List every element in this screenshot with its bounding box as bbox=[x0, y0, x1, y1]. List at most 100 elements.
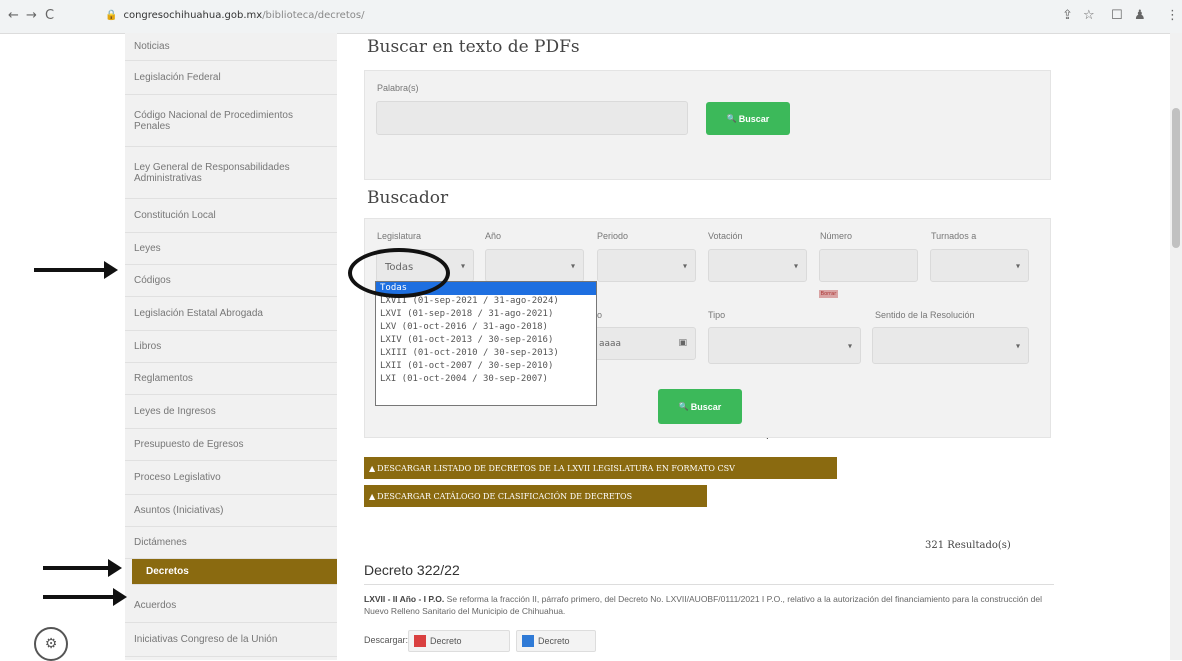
chevron-down-icon: ▾ bbox=[1015, 261, 1020, 270]
legislatura-dropdown[interactable]: Todas LXVII (01-sep-2021 / 31-ago-2024) … bbox=[375, 281, 597, 406]
numero-label: Número bbox=[820, 231, 853, 241]
download-label: Descargar: bbox=[364, 635, 409, 645]
buscador-search-button[interactable]: 🔍 Buscar bbox=[658, 389, 742, 424]
chevron-down-icon: ▾ bbox=[682, 261, 687, 270]
sentido-select[interactable]: ▾ bbox=[872, 327, 1029, 364]
download-catalog-button[interactable]: ▲ DESCARGAR CATÁLOGO DE CLASIFICACIÓN DE … bbox=[364, 485, 707, 507]
anio-select[interactable]: ▾ bbox=[485, 249, 584, 282]
periodo-select[interactable]: ▾ bbox=[597, 249, 696, 282]
sidebar-item-iniciativas-congreso[interactable]: Iniciativas Congreso de la Unión bbox=[125, 623, 337, 657]
word-doc-icon bbox=[522, 635, 534, 647]
chevron-down-icon: ▾ bbox=[570, 261, 575, 270]
legislatura-option[interactable]: LXVI (01-sep-2018 / 31-ago-2021) bbox=[376, 308, 596, 321]
palabras-input[interactable] bbox=[376, 101, 688, 135]
anio-label: Año bbox=[485, 231, 502, 241]
sidebar-item-ley-general[interactable]: Ley General de Responsabilidades Adminis… bbox=[125, 147, 337, 199]
buscador-search-button-label: Buscar bbox=[690, 401, 722, 412]
accessibility-logo-icon[interactable]: ⚙ bbox=[34, 627, 68, 661]
decreto-description: LXVII - II Año - I P.O. Se reforma la fr… bbox=[364, 593, 1054, 617]
palabras-label: Palabra(s) bbox=[377, 83, 419, 93]
sidebar-item-presupuesto[interactable]: Presupuesto de Egresos bbox=[125, 429, 337, 461]
chevron-down-icon: ▾ bbox=[460, 261, 465, 270]
tab-icon[interactable]: ☐ bbox=[1111, 8, 1123, 23]
tipo-select[interactable]: ▾ bbox=[708, 327, 861, 364]
periodo-label: Periodo bbox=[597, 231, 629, 241]
chevron-down-icon: ▾ bbox=[1015, 341, 1020, 350]
legislatura-label: Legislatura bbox=[377, 231, 422, 241]
sidebar-item-acuerdos[interactable]: Acuerdos bbox=[125, 589, 337, 623]
pdf-search-panel: Palabra(s) 🔍 Buscar bbox=[364, 70, 1051, 180]
url-host: congresochihuahua.gob.mx bbox=[123, 10, 263, 21]
browser-toolbar: ← → C 🔒 congresochihuahua.gob.mx/bibliote… bbox=[0, 0, 1182, 34]
profile-icon[interactable]: ♟ bbox=[1134, 8, 1146, 23]
sidebar: Noticias Legislación Federal Código Naci… bbox=[125, 33, 337, 660]
pdf-search-button-label: Buscar bbox=[738, 113, 770, 124]
sidebar-item-decretos[interactable]: Decretos bbox=[132, 559, 337, 585]
warning-icon: ▲ bbox=[369, 463, 376, 473]
decreto-text: Se reforma la fracción II, párrafo prime… bbox=[364, 594, 1042, 616]
download-doc-button[interactable]: Decreto bbox=[516, 630, 596, 652]
forward-icon[interactable]: → bbox=[26, 8, 37, 23]
tipo-label: Tipo bbox=[708, 310, 726, 320]
decreto-title[interactable]: Decreto 322/22 bbox=[364, 562, 460, 578]
sidebar-item-constitucion-local[interactable]: Constitución Local bbox=[125, 199, 337, 233]
turnados-label: Turnados a bbox=[931, 231, 977, 241]
sidebar-item-proceso-legislativo[interactable]: Proceso Legislativo bbox=[125, 461, 337, 495]
download-catalog-label: DESCARGAR CATÁLOGO DE CLASIFICACIÓN DE D… bbox=[377, 491, 633, 501]
back-icon[interactable]: ← bbox=[8, 8, 19, 23]
numero-input[interactable] bbox=[819, 249, 918, 282]
reload-icon[interactable]: C bbox=[45, 8, 54, 23]
turnados-select[interactable]: ▾ bbox=[930, 249, 1029, 282]
download-csv-label: DESCARGAR LISTADO DE DECRETOS DE LA LXVI… bbox=[377, 463, 735, 473]
search-icon: 🔍 bbox=[726, 114, 737, 123]
download-doc-label: Decreto bbox=[538, 636, 570, 646]
pdf-search-title: Buscar en texto de PDFs bbox=[367, 37, 580, 57]
legislatura-option[interactable]: LXI (01-oct-2004 / 30-sep-2007) bbox=[376, 373, 596, 386]
search-icon: 🔍 bbox=[678, 402, 689, 411]
fecha-label-partial: o bbox=[597, 310, 603, 320]
pdf-search-button[interactable]: 🔍 Buscar bbox=[706, 102, 790, 135]
sidebar-item-noticias[interactable]: Noticias bbox=[125, 33, 337, 61]
legislatura-option[interactable]: LXIV (01-oct-2013 / 30-sep-2016) bbox=[376, 334, 596, 347]
decreto-meta: LXVII - II Año - I P.O. bbox=[364, 594, 445, 604]
legislatura-option[interactable]: LXIII (01-oct-2010 / 30-sep-2013) bbox=[376, 347, 596, 360]
sidebar-item-reglamentos[interactable]: Reglamentos bbox=[125, 363, 337, 395]
buscador-title: Buscador bbox=[367, 188, 449, 208]
pdf-icon bbox=[414, 635, 426, 647]
calendar-icon[interactable]: ▣ bbox=[678, 338, 687, 348]
page-scrollbar[interactable] bbox=[1170, 33, 1182, 660]
annotation-arrow-acuerdos bbox=[43, 588, 127, 606]
votacion-label: Votación bbox=[708, 231, 743, 241]
sidebar-item-leyes[interactable]: Leyes bbox=[125, 233, 337, 265]
menu-icon[interactable]: ⋮ bbox=[1166, 8, 1179, 23]
annotation-circle bbox=[348, 248, 450, 298]
sidebar-item-codigos[interactable]: Códigos bbox=[125, 265, 337, 297]
sidebar-item-dictamenes[interactable]: Dictámenes bbox=[125, 527, 337, 559]
address-bar[interactable]: 🔒 congresochihuahua.gob.mx/biblioteca/dec… bbox=[105, 6, 405, 26]
sidebar-item-legislacion-federal[interactable]: Legislación Federal bbox=[125, 61, 337, 95]
results-count: 321 Resultado(s) bbox=[925, 540, 1011, 551]
legislatura-option[interactable]: LXV (01-oct-2016 / 31-ago-2018) bbox=[376, 321, 596, 334]
chevron-down-icon: ▾ bbox=[847, 341, 852, 350]
sidebar-item-leyes-ingresos[interactable]: Leyes de Ingresos bbox=[125, 395, 337, 429]
download-csv-button[interactable]: ▲ DESCARGAR LISTADO DE DECRETOS DE LA LXV… bbox=[364, 457, 837, 479]
url-path: /biblioteca/decretos/ bbox=[262, 10, 365, 21]
scrollbar-thumb[interactable] bbox=[1172, 108, 1180, 248]
divider bbox=[364, 584, 1054, 585]
sidebar-item-legislacion-abrogada[interactable]: Legislación Estatal Abrogada bbox=[125, 297, 337, 331]
numero-clear-badge[interactable]: Borrar bbox=[819, 290, 838, 298]
warning-icon: ▲ bbox=[369, 491, 376, 501]
share-icon[interactable]: ⇪ bbox=[1062, 8, 1073, 23]
chevron-down-icon: ▾ bbox=[793, 261, 798, 270]
download-pdf-label: Decreto bbox=[430, 636, 462, 646]
sidebar-item-codigo-nacional[interactable]: Código Nacional de Procedimientos Penale… bbox=[125, 95, 337, 147]
fecha-placeholder: aaaa bbox=[599, 339, 622, 349]
sidebar-item-libros[interactable]: Libros bbox=[125, 331, 337, 363]
download-pdf-button[interactable]: Decreto bbox=[408, 630, 510, 652]
annotation-arrow-codigos bbox=[34, 261, 118, 279]
votacion-select[interactable]: ▾ bbox=[708, 249, 807, 282]
legislatura-option[interactable]: LXII (01-oct-2007 / 30-sep-2010) bbox=[376, 360, 596, 373]
annotation-arrow-decretos bbox=[43, 559, 122, 577]
sidebar-item-asuntos[interactable]: Asuntos (Iniciativas) bbox=[125, 495, 337, 527]
star-icon[interactable]: ☆ bbox=[1083, 8, 1095, 23]
